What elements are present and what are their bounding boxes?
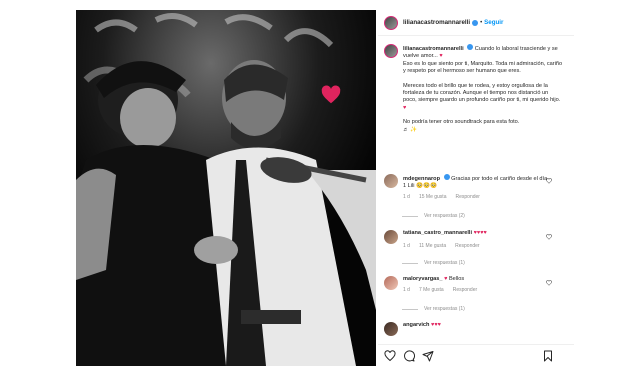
verified-badge-icon — [467, 44, 474, 50]
author-username[interactable]: lilianacastromannarelli — [403, 19, 470, 26]
comment-item: maloryvargas_ ♥ Bellos 1 d 7 Me gusta Re… — [384, 276, 568, 294]
comment-body: tatiana_castro_mannarelli ♥♥♥♥ 1 d 11 Me… — [403, 230, 551, 250]
caption-para2: Mereces todo el brillo que te rodea, y e… — [403, 82, 561, 104]
music-emoji-icon: ♬ ✨ — [403, 126, 418, 133]
comment-body: mdegennarop Gracias por todo el cariño d… — [403, 174, 551, 202]
follow-button[interactable]: Seguir — [484, 19, 503, 26]
comment-likes[interactable]: 11 Me gusta — [419, 243, 446, 250]
hearts-emoji-icon: ♥♥♥♥ — [473, 230, 487, 236]
photo-illustration — [76, 10, 376, 366]
instagram-post-page: lilianacastromannarelli • Seguir liliana… — [0, 0, 640, 376]
caption-line2: Eso es lo que siento por ti, Marquito. T… — [403, 60, 563, 75]
caption-paragraph-3: No podría tener otro soundtrack para est… — [403, 119, 563, 134]
heart-emoji-icon: ♥ — [403, 104, 407, 111]
comment-emoji: 🥺🥺🥺 — [416, 183, 437, 190]
verified-badge-icon — [443, 174, 450, 180]
heart-emoji-icon: ♥ — [444, 276, 448, 282]
commenter-username[interactable]: mdegennarop — [403, 176, 440, 182]
commenter-username[interactable]: maloryvargas_ — [403, 276, 443, 282]
comment-item: tatiana_castro_mannarelli ♥♥♥♥ 1 d 11 Me… — [384, 230, 568, 250]
view-replies[interactable]: Ver respuestas (1) — [402, 260, 465, 266]
hearts-emoji-icon: ♥♥♥ — [431, 322, 441, 328]
view-replies[interactable]: Ver respuestas (1) — [402, 306, 465, 312]
comment-meta: 1 d 11 Me gusta Responder — [403, 243, 551, 250]
replies-line — [402, 215, 418, 217]
replies-line — [402, 308, 418, 310]
separator-dot: • — [480, 19, 483, 26]
view-replies[interactable]: Ver respuestas (2) — [402, 213, 465, 219]
comment-likes[interactable]: 15 Me gusta — [419, 194, 447, 201]
caption-avatar[interactable] — [384, 44, 398, 58]
comment-time[interactable]: 1 d — [403, 194, 410, 201]
comment-like-icon[interactable] — [546, 178, 552, 184]
comment-like-icon[interactable] — [546, 280, 552, 286]
post-header: lilianacastromannarelli • Seguir — [378, 10, 574, 36]
comment-item: angarvich ♥♥♥ — [384, 322, 568, 336]
commenter-avatar[interactable] — [384, 174, 398, 188]
reply-button[interactable]: Responder — [455, 243, 479, 250]
caption-paragraph-2: Mereces todo el brillo que te rodea, y e… — [403, 83, 563, 113]
comment-like-icon[interactable] — [546, 234, 552, 240]
commenter-avatar[interactable] — [384, 322, 398, 336]
commenter-avatar[interactable] — [384, 276, 398, 290]
comment-time[interactable]: 1 d — [403, 287, 410, 294]
commenter-avatar[interactable] — [384, 230, 398, 244]
author-avatar[interactable] — [384, 15, 398, 30]
comment-text: Bellos — [448, 276, 465, 282]
heart-outline-icon[interactable] — [384, 349, 396, 362]
comment-likes[interactable]: 7 Me gusta — [419, 287, 444, 294]
view-replies-label[interactable]: Ver respuestas (1) — [424, 306, 465, 312]
red-heart-icon — [321, 85, 341, 104]
reply-button[interactable]: Responder — [455, 194, 479, 201]
comment-item: mdegennarop Gracias por todo el cariño d… — [384, 174, 568, 202]
post-action-bar — [378, 344, 574, 366]
comment-body: angarvich ♥♥♥ — [403, 322, 551, 336]
caption-text: lilianacastromannarelli Cuando lo labora… — [403, 44, 563, 134]
paper-plane-icon[interactable] — [422, 350, 434, 362]
caption: lilianacastromannarelli Cuando lo labora… — [384, 44, 568, 134]
comment-meta: 1 d 15 Me gusta Responder — [403, 194, 551, 201]
heart-emoji-icon: ♥ — [439, 53, 443, 60]
post-photo[interactable] — [76, 10, 376, 366]
comment-time[interactable]: 1 d — [403, 243, 410, 250]
caption-username[interactable]: lilianacastromannarelli — [403, 46, 464, 52]
replies-line — [402, 262, 418, 264]
view-replies-label[interactable]: Ver respuestas (2) — [424, 213, 465, 219]
commenter-username[interactable]: tatiana_castro_mannarelli — [403, 230, 472, 236]
commenter-username[interactable]: angarvich — [403, 322, 429, 328]
bookmark-icon[interactable] — [542, 350, 554, 362]
caption-para3: No podría tener otro soundtrack para est… — [403, 119, 520, 126]
speech-bubble-icon[interactable] — [403, 349, 415, 362]
comment-body: maloryvargas_ ♥ Bellos 1 d 7 Me gusta Re… — [403, 276, 551, 294]
reply-button[interactable]: Responder — [453, 287, 477, 294]
comment-meta: 1 d 7 Me gusta Responder — [403, 287, 551, 294]
verified-badge-icon — [472, 19, 479, 26]
view-replies-label[interactable]: Ver respuestas (1) — [424, 260, 465, 266]
post-side-panel: lilianacastromannarelli • Seguir liliana… — [378, 10, 574, 366]
